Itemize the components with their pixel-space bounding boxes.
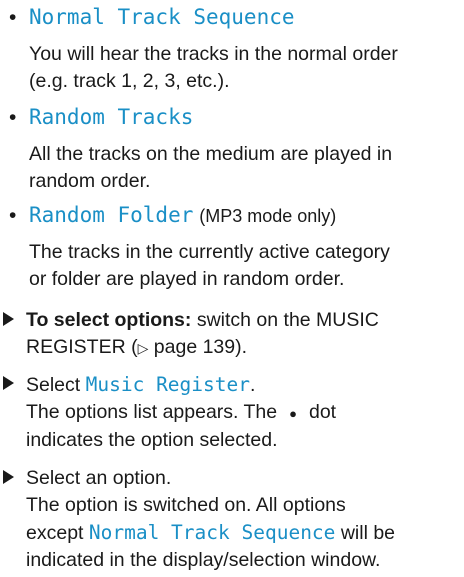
step-text: switch on the MUSIC: [191, 309, 379, 331]
option-description: All the tracks on the medium are played …: [29, 141, 459, 195]
description-line: The tracks in the currently active categ…: [29, 241, 390, 263]
option-note: (MP3 mode only): [199, 206, 337, 226]
step-text: Select an option.: [26, 467, 172, 489]
step-select-option: Select an option. The option is switched…: [3, 465, 461, 574]
step-text: Select: [26, 374, 86, 396]
bullet-icon: •: [9, 106, 17, 129]
manual-page: • Normal Track Sequence You will hear the…: [0, 0, 464, 577]
selected-dot-icon: ●: [289, 406, 297, 421]
bullet-icon: •: [9, 204, 17, 227]
page-reference-icon: ▷: [137, 340, 149, 356]
option-random-tracks: • Random Tracks All the tracks on the med…: [9, 104, 459, 195]
option-label: Random Tracks: [29, 105, 194, 129]
description-line: You will hear the tracks in the normal o…: [29, 43, 398, 65]
ui-label-music-register: Music Register: [85, 373, 250, 396]
description-line: or folder are played in random order.: [29, 268, 345, 290]
step-text: The options list appears. The: [26, 401, 278, 423]
step-arrow-icon: [3, 376, 14, 390]
option-label: Normal Track Sequence: [29, 5, 295, 29]
step-bold-label: To select options:: [26, 309, 192, 331]
option-random-folder: • Random Folder (MP3 mode only) The track…: [9, 202, 459, 293]
step-text: dot: [308, 401, 337, 423]
bullet-icon: •: [9, 6, 17, 29]
option-description: You will hear the tracks in the normal o…: [29, 41, 459, 95]
step-text: indicates the option selected.: [26, 429, 278, 451]
option-normal-track-sequence: • Normal Track Sequence You will hear the…: [9, 4, 459, 95]
option-description: The tracks in the currently active categ…: [29, 239, 459, 293]
page-reference: page 139).: [148, 336, 248, 358]
description-line: random order.: [29, 170, 151, 192]
step-text: REGISTER (: [26, 336, 138, 358]
step-text: except: [26, 522, 89, 544]
description-line: All the tracks on the medium are played …: [29, 143, 393, 165]
step-arrow-icon: [3, 312, 14, 326]
option-label: Random Folder: [29, 203, 194, 227]
step-text: indicated in the display/selection windo…: [26, 549, 381, 571]
ui-label-normal-track-sequence: Normal Track Sequence: [88, 521, 336, 544]
step-arrow-icon: [3, 470, 14, 484]
step-select-music-register: Select Music Register. The options list …: [3, 371, 461, 454]
description-line: (e.g. track 1, 2, 3, etc.).: [29, 70, 230, 92]
step-select-options: To select options: switch on the MUSIC R…: [3, 307, 461, 362]
step-text: will be: [335, 522, 396, 544]
step-text: .: [250, 374, 256, 396]
step-text: The option is switched on. All options: [26, 494, 346, 516]
